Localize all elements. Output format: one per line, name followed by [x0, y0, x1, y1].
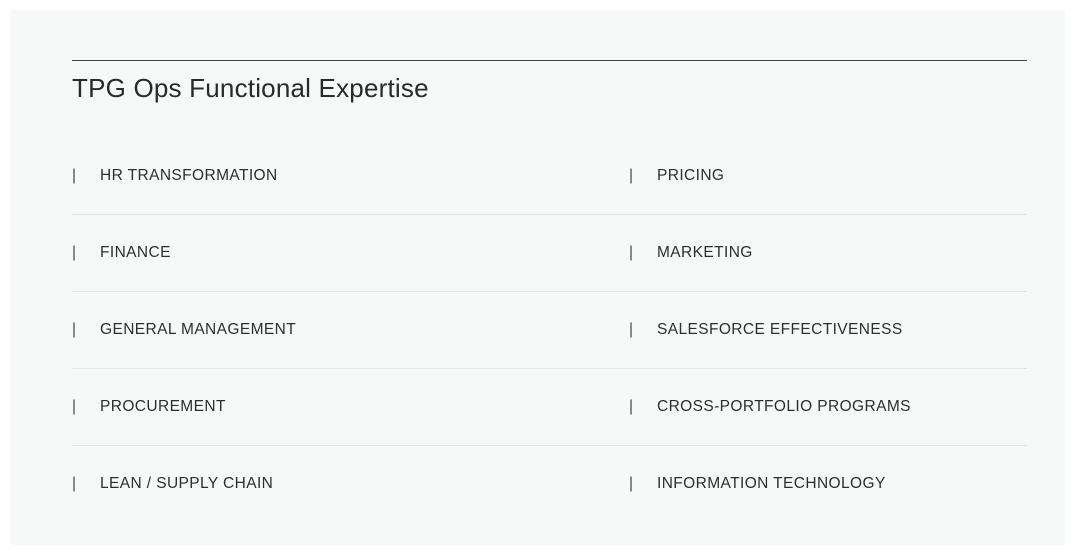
expertise-item: | GENERAL MANAGEMENT	[72, 292, 296, 368]
expertise-row: | LEAN / SUPPLY CHAIN | INFORMATION TECH…	[72, 446, 1027, 522]
item-marker: |	[629, 321, 634, 338]
expertise-item: | PROCUREMENT	[72, 369, 226, 445]
item-marker: |	[629, 167, 634, 184]
expertise-item-label: INFORMATION TECHNOLOGY	[657, 475, 886, 492]
expertise-item: | HR TRANSFORMATION	[72, 138, 278, 214]
expertise-item-label: GENERAL MANAGEMENT	[100, 321, 297, 338]
expertise-item-label: PROCUREMENT	[100, 398, 226, 415]
item-marker: |	[72, 167, 77, 184]
item-marker: |	[72, 398, 77, 415]
section-title: TPG Ops Functional Expertise	[72, 73, 429, 103]
expertise-row: | GENERAL MANAGEMENT | SALESFORCE EFFECT…	[72, 292, 1027, 369]
top-divider	[72, 60, 1027, 61]
expertise-item: | PRICING	[629, 138, 724, 214]
item-marker: |	[629, 398, 634, 415]
item-marker: |	[72, 475, 77, 492]
expertise-panel: TPG Ops Functional Expertise | HR TRANSF…	[10, 10, 1065, 545]
expertise-item: | MARKETING	[629, 215, 753, 291]
expertise-item-label: HR TRANSFORMATION	[100, 167, 278, 184]
expertise-item: | CROSS-PORTFOLIO PROGRAMS	[629, 369, 911, 445]
expertise-row: | HR TRANSFORMATION | PRICING	[72, 138, 1027, 215]
expertise-item: | LEAN / SUPPLY CHAIN	[72, 446, 273, 522]
expertise-item-label: LEAN / SUPPLY CHAIN	[100, 475, 274, 492]
expertise-item: | SALESFORCE EFFECTIVENESS	[629, 292, 903, 368]
expertise-item-label: CROSS-PORTFOLIO PROGRAMS	[657, 398, 911, 415]
expertise-list: | HR TRANSFORMATION | PRICING | FINANCE …	[72, 138, 1027, 522]
expertise-item-label: FINANCE	[100, 244, 171, 261]
item-marker: |	[72, 321, 77, 338]
expertise-row: | PROCUREMENT | CROSS-PORTFOLIO PROGRAMS	[72, 369, 1027, 446]
expertise-item-label: MARKETING	[657, 244, 753, 261]
expertise-item-label: PRICING	[657, 167, 725, 184]
expertise-row: | FINANCE | MARKETING	[72, 215, 1027, 292]
item-marker: |	[629, 244, 634, 261]
expertise-item-label: SALESFORCE EFFECTIVENESS	[657, 321, 903, 338]
expertise-item: | FINANCE	[72, 215, 171, 291]
item-marker: |	[72, 244, 77, 261]
item-marker: |	[629, 475, 634, 492]
expertise-item: | INFORMATION TECHNOLOGY	[629, 446, 886, 522]
